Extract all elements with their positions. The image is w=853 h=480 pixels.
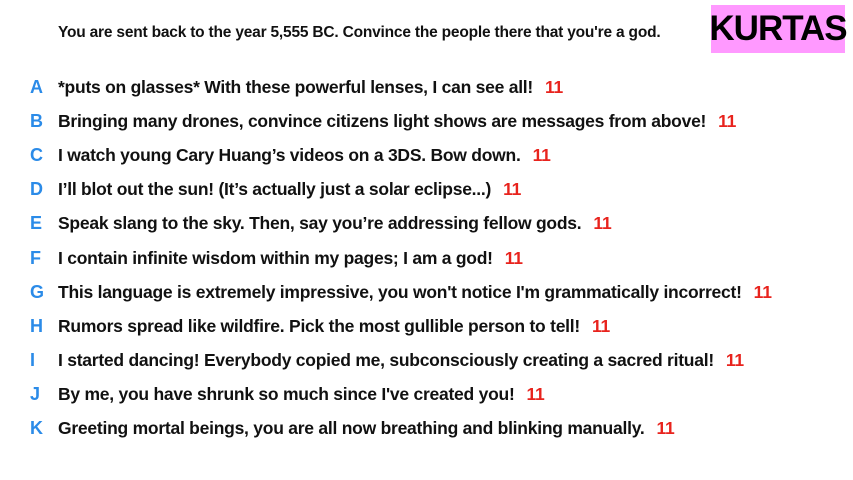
- entry-letter: C: [30, 144, 43, 165]
- entry-score: 11: [725, 350, 744, 371]
- entry-text: I started dancing! Everybody copied me, …: [58, 350, 714, 371]
- response-entry-d: D I’ll blot out the sun! (It’s actually …: [0, 173, 853, 207]
- response-list: A *puts on glasses* With these powerful …: [0, 70, 853, 446]
- entry-score: 11: [591, 315, 610, 336]
- entry-text: I’ll blot out the sun! (It’s actually ju…: [58, 179, 492, 200]
- entry-text-wrap: Greeting mortal beings, you are all now …: [58, 418, 675, 439]
- entry-letter: D: [30, 179, 43, 200]
- entry-text: I contain infinite wisdom within my page…: [58, 247, 493, 268]
- response-entry-j: J By me, you have shrunk so much since I…: [0, 378, 853, 412]
- entry-letter: H: [30, 315, 43, 336]
- entry-letter: J: [30, 384, 41, 405]
- entry-text-wrap: I watch young Cary Huang’s videos on a 3…: [58, 145, 551, 166]
- entry-text-wrap: I contain infinite wisdom within my page…: [58, 248, 523, 269]
- entry-text: *puts on glasses* With these powerful le…: [58, 76, 533, 97]
- entry-letter: K: [30, 418, 43, 439]
- entry-score: 11: [656, 418, 675, 439]
- entry-text-wrap: Rumors spread like wildfire. Pick the mo…: [58, 316, 610, 337]
- entry-text: Bringing many drones, convince citizens …: [58, 110, 707, 131]
- entry-text-wrap: *puts on glasses* With these powerful le…: [58, 77, 563, 98]
- entry-letter: F: [30, 247, 41, 268]
- response-entry-a: A *puts on glasses* With these powerful …: [0, 70, 853, 104]
- response-entry-h: H Rumors spread like wildfire. Pick the …: [0, 309, 853, 343]
- entry-letter: E: [30, 213, 43, 234]
- entry-letter: A: [30, 76, 43, 97]
- prompt-text: You are sent back to the year 5,555 BC. …: [58, 24, 661, 41]
- entry-score: 11: [503, 179, 522, 200]
- entry-text-wrap: By me, you have shrunk so much since I'v…: [58, 384, 545, 405]
- response-entry-e: E Speak slang to the sky. Then, say you’…: [0, 207, 853, 241]
- entry-text: Speak slang to the sky. Then, say you’re…: [58, 213, 582, 234]
- response-entry-i: I I started dancing! Everybody copied me…: [0, 344, 853, 378]
- player-name: KURTAS: [709, 9, 847, 48]
- response-entry-k: K Greeting mortal beings, you are all no…: [0, 412, 853, 446]
- entry-letter: I: [30, 350, 36, 371]
- entry-score: 11: [753, 281, 772, 302]
- response-entry-f: F I contain infinite wisdom within my pa…: [0, 241, 853, 275]
- entry-text: Greeting mortal beings, you are all now …: [58, 418, 645, 439]
- entry-text-wrap: Speak slang to the sky. Then, say you’re…: [58, 213, 612, 234]
- entry-letter: B: [30, 110, 43, 131]
- player-name-badge: KURTAS: [709, 5, 848, 53]
- entry-score: 11: [593, 213, 612, 234]
- entry-text-wrap: Bringing many drones, convince citizens …: [58, 111, 736, 132]
- response-entry-g: G This language is extremely impressive,…: [0, 275, 853, 309]
- entry-text-wrap: This language is extremely impressive, y…: [58, 282, 772, 303]
- entry-text-wrap: I started dancing! Everybody copied me, …: [58, 350, 744, 371]
- entry-score: 11: [545, 76, 563, 97]
- entry-text-wrap: I’ll blot out the sun! (It’s actually ju…: [58, 179, 521, 200]
- entry-text: By me, you have shrunk so much since I'v…: [58, 384, 515, 405]
- response-entry-b: B Bringing many drones, convince citizen…: [0, 104, 853, 138]
- entry-text: Rumors spread like wildfire. Pick the mo…: [58, 315, 580, 336]
- entry-score: 11: [504, 247, 523, 268]
- response-entry-c: C I watch young Cary Huang’s videos on a…: [0, 138, 853, 172]
- entry-text: I watch young Cary Huang’s videos on a 3…: [58, 144, 521, 165]
- entry-letter: G: [30, 281, 45, 302]
- entry-score: 11: [718, 110, 737, 131]
- entry-score: 11: [526, 384, 545, 405]
- entry-text: This language is extremely impressive, y…: [58, 281, 742, 302]
- entry-score: 11: [532, 144, 551, 165]
